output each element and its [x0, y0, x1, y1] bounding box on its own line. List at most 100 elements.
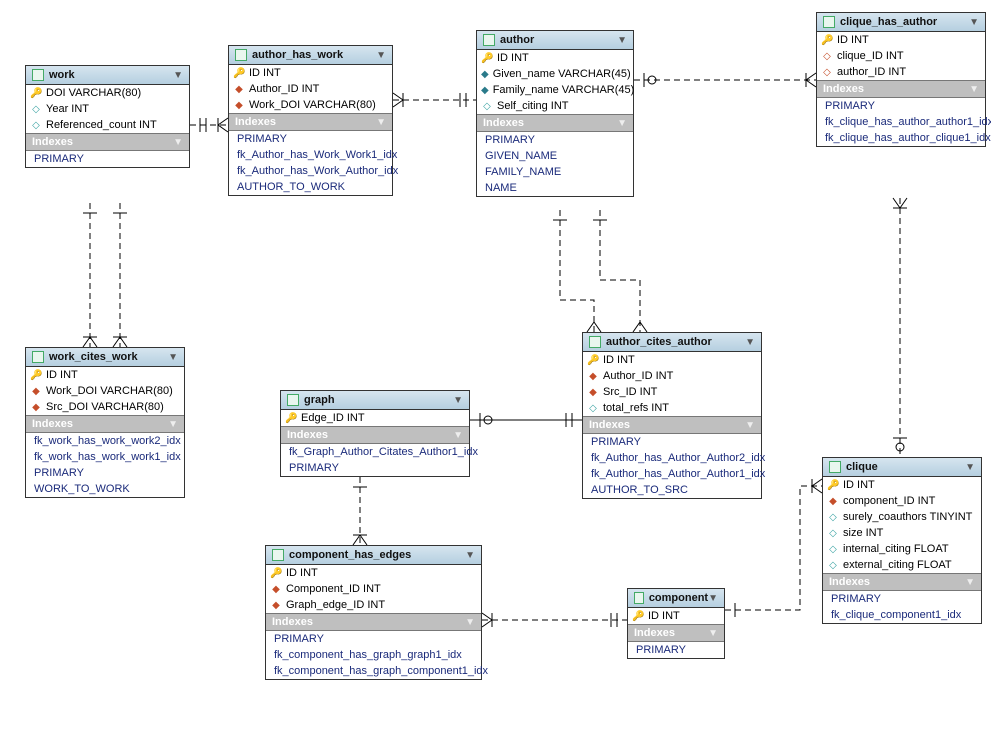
entity-clique: clique ▼ 🔑ID INT ◆component_ID INT ◇sure…: [822, 457, 982, 624]
index-row: fk_Author_has_Work_Work1_idx: [229, 147, 392, 163]
chevron-down-icon: ▼: [168, 419, 178, 430]
chevron-down-icon: ▼: [965, 577, 975, 588]
chevron-down-icon: ▼: [173, 137, 183, 148]
chevron-down-icon: ▼: [465, 550, 475, 561]
indexes-header[interactable]: Indexes▼: [266, 613, 481, 631]
column-label: Src_DOI VARCHAR(80): [46, 401, 164, 413]
entity-author-cites-author: author_cites_author ▼ 🔑ID INT ◆Author_ID…: [582, 332, 762, 499]
chevron-down-icon: ▼: [168, 352, 178, 363]
column-row: ◇clique_ID INT: [817, 48, 985, 64]
column-row: ◆ Family_name VARCHAR(45): [477, 82, 633, 98]
entity-work-cites-work: work_cites_work ▼ 🔑ID INT ◆Work_DOI VARC…: [25, 347, 185, 498]
index-row: PRIMARY: [583, 434, 761, 450]
indexes-header[interactable]: Indexes▼: [26, 133, 189, 151]
column-row: ◇external_citing FLOAT: [823, 557, 981, 573]
indexes-header[interactable]: Indexes▼: [583, 416, 761, 434]
indexes-header[interactable]: Indexes ▼: [477, 114, 633, 132]
diamond-icon: ◆: [587, 371, 599, 382]
indexes-header[interactable]: Indexes▼: [229, 113, 392, 131]
chevron-down-icon: ▼: [617, 35, 627, 46]
column-label: Given_name VARCHAR(45): [493, 68, 631, 80]
indexes-header[interactable]: Indexes ▼: [817, 80, 985, 98]
entity-header[interactable]: author ▼: [477, 31, 633, 50]
column-label: Component_ID INT: [286, 583, 381, 595]
column-row: 🔑DOI VARCHAR(80): [26, 85, 189, 101]
diamond-icon: ◇: [827, 560, 839, 571]
column-row: ◆ Src_ID INT: [583, 384, 761, 400]
table-icon: [32, 351, 44, 363]
entity-header[interactable]: clique ▼: [823, 458, 981, 477]
indexes-header[interactable]: Indexes ▼: [823, 573, 981, 591]
diamond-icon: ◆: [481, 85, 489, 96]
table-icon: [483, 34, 495, 46]
column-label: total_refs INT: [603, 402, 669, 414]
key-icon: 🔑: [30, 370, 42, 381]
diamond-icon: ◆: [30, 386, 42, 397]
entity-header[interactable]: work_cites_work ▼: [26, 348, 184, 367]
index-row: fk_Author_has_Author_Author1_idx: [583, 466, 761, 482]
entity-header[interactable]: clique_has_author ▼: [817, 13, 985, 32]
entity-title: component: [649, 592, 708, 604]
index-row: fk_clique_component1_idx: [823, 607, 981, 623]
index-row: AUTHOR_TO_SRC: [583, 482, 761, 498]
entity-header[interactable]: author_cites_author ▼: [583, 333, 761, 352]
index-row: AUTHOR_TO_WORK: [229, 179, 392, 195]
column-label: ID INT: [249, 67, 281, 79]
entity-header[interactable]: component_has_edges ▼: [266, 546, 481, 565]
key-icon: 🔑: [827, 480, 839, 491]
column-label: ID INT: [497, 52, 529, 64]
index-row: fk_component_has_graph_graph1_idx: [266, 647, 481, 663]
column-label: surely_coauthors TINYINT: [843, 511, 972, 523]
chevron-down-icon: ▼: [173, 70, 183, 81]
table-icon: [829, 461, 841, 473]
column-row: ◆Work_DOI VARCHAR(80): [229, 97, 392, 113]
index-row: PRIMARY: [817, 98, 985, 114]
chevron-down-icon: ▼: [453, 395, 463, 406]
column-row: ◆Author_ID INT: [229, 81, 392, 97]
index-row: GIVEN_NAME: [477, 148, 633, 164]
indexes-label: Indexes: [589, 419, 630, 431]
chevron-down-icon: ▼: [453, 430, 463, 441]
column-label: ID INT: [648, 610, 680, 622]
diamond-icon: ◇: [827, 544, 839, 555]
entity-title: author_cites_author: [606, 336, 712, 348]
indexes-label: Indexes: [483, 117, 524, 129]
diamond-icon: ◇: [821, 67, 833, 78]
column-row: ◇internal_citing FLOAT: [823, 541, 981, 557]
index-row: PRIMARY: [229, 131, 392, 147]
chevron-down-icon: ▼: [617, 118, 627, 129]
column-label: Src_ID INT: [603, 386, 657, 398]
indexes-label: Indexes: [829, 576, 870, 588]
indexes-header[interactable]: Indexes▼: [628, 624, 724, 642]
key-icon: 🔑: [30, 88, 42, 99]
entity-component-has-edges: component_has_edges ▼ 🔑ID INT ◆Component…: [265, 545, 482, 680]
entity-header[interactable]: component ▼: [628, 589, 724, 608]
column-row: 🔑ID INT: [26, 367, 184, 383]
entity-header[interactable]: graph ▼: [281, 391, 469, 410]
diamond-icon: ◇: [30, 104, 42, 115]
diamond-icon: ◇: [827, 512, 839, 523]
index-row: fk_Author_has_Author_Author2_idx: [583, 450, 761, 466]
indexes-label: Indexes: [823, 83, 864, 95]
column-label: size INT: [843, 527, 883, 539]
diamond-icon: ◆: [270, 600, 282, 611]
column-label: Family_name VARCHAR(45): [493, 84, 635, 96]
indexes-header[interactable]: Indexes▼: [26, 415, 184, 433]
column-label: ID INT: [603, 354, 635, 366]
entity-title: work_cites_work: [49, 351, 138, 363]
index-row: WORK_TO_WORK: [26, 481, 184, 497]
diamond-icon: ◆: [587, 387, 599, 398]
chevron-down-icon: ▼: [969, 84, 979, 95]
column-label: component_ID INT: [843, 495, 935, 507]
index-row: fk_work_has_work_work2_idx: [26, 433, 184, 449]
indexes-header[interactable]: Indexes▼: [281, 426, 469, 444]
table-icon: [272, 549, 284, 561]
chevron-down-icon: ▼: [376, 117, 386, 128]
entity-header[interactable]: work ▼: [26, 66, 189, 85]
chevron-down-icon: ▼: [465, 617, 475, 628]
entity-header[interactable]: author_has_work ▼: [229, 46, 392, 65]
index-row: FAMILY_NAME: [477, 164, 633, 180]
index-row: NAME: [477, 180, 633, 196]
entity-title: author_has_work: [252, 49, 343, 61]
index-row: fk_work_has_work_work1_idx: [26, 449, 184, 465]
